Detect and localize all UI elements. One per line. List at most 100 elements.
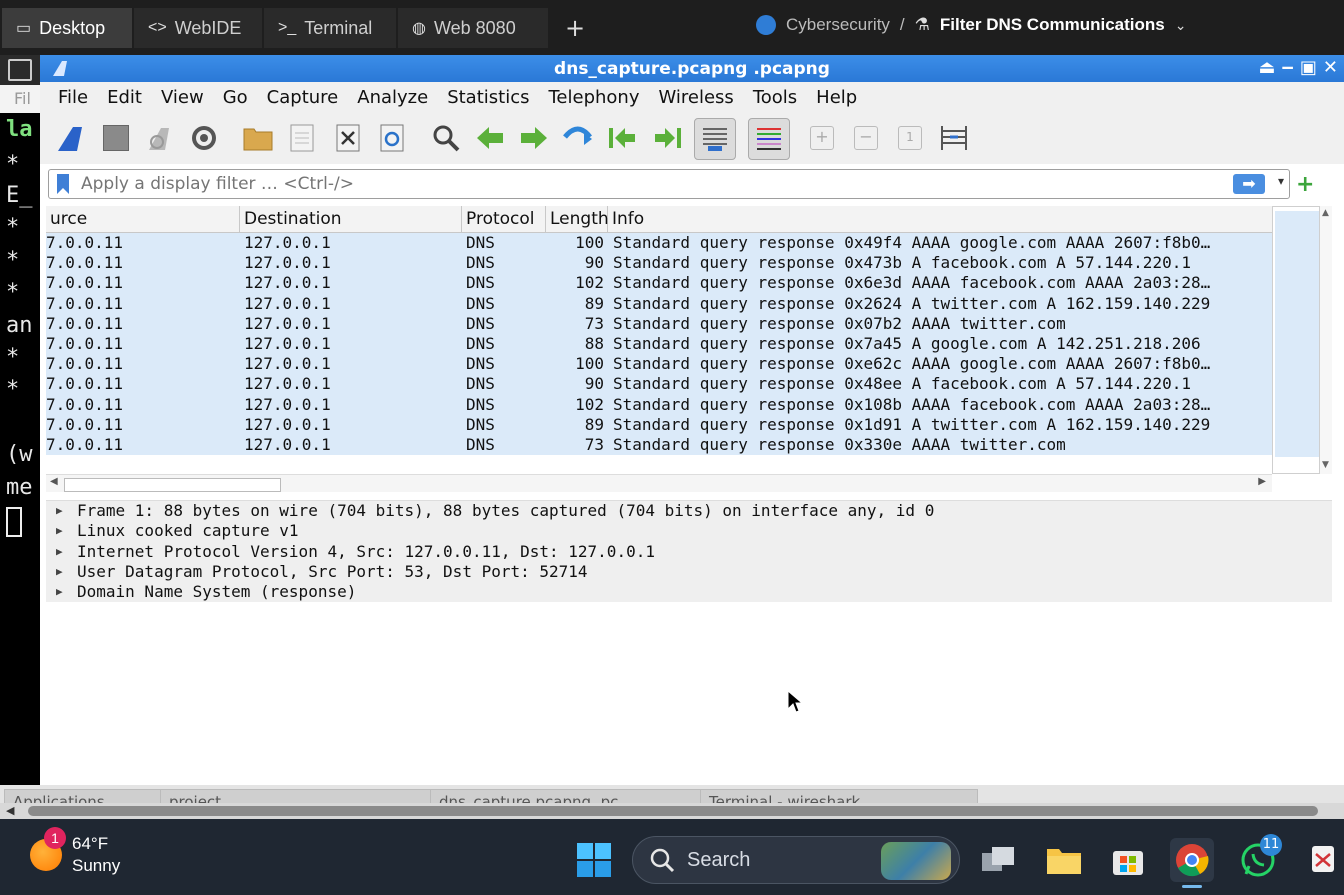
find-packet-button[interactable] [428, 120, 464, 156]
packet-row[interactable]: 7.0.0.11 127.0.0.1 DNS 88 Standard query res… [46, 334, 1272, 355]
packet-row[interactable]: 7.0.0.11 127.0.0.1 DNS 89 Standard query res… [46, 293, 1272, 314]
packet-row[interactable]: 7.0.0.11 127.0.0.1 DNS 73 Standard query res… [46, 313, 1272, 334]
detail-row-dns[interactable]: ▶ Domain Name System (response) [46, 582, 1332, 603]
save-file-button[interactable] [284, 120, 320, 156]
close-file-button[interactable] [330, 120, 366, 156]
packet-row[interactable]: 7.0.0.11 127.0.0.1 DNS 89 Standard query res… [46, 414, 1272, 435]
start-capture-button[interactable] [52, 120, 88, 156]
menu-analyze[interactable]: Analyze [357, 87, 428, 108]
menu-tools[interactable]: Tools [753, 87, 797, 108]
maximize-icon[interactable]: ▣ [1300, 57, 1317, 78]
column-length[interactable]: Length [546, 206, 609, 232]
detail-row-linux-cooked[interactable]: ▶ Linux cooked capture v1 [46, 521, 1332, 542]
new-tab-button[interactable]: + [560, 10, 590, 46]
scrollbar-thumb[interactable] [64, 478, 281, 492]
snipping-tool-button[interactable] [1304, 838, 1344, 882]
tab-web-8080[interactable]: ◍ Web 8080 [398, 8, 548, 48]
detail-row-frame[interactable]: ▶ Frame 1: 88 bytes on wire (704 bits), 8… [46, 501, 1332, 522]
go-back-button[interactable] [472, 120, 508, 156]
chrome-button[interactable] [1170, 838, 1214, 888]
expand-arrow-icon[interactable]: ▶ [56, 562, 63, 582]
menu-file[interactable]: File [58, 87, 88, 108]
minimize-icon[interactable]: ‒ [1281, 57, 1294, 78]
expand-arrow-icon[interactable]: ▶ [56, 582, 63, 602]
autoscroll-button[interactable] [694, 118, 736, 160]
background-terminal[interactable]: la * E_ * * * an * * (w me [0, 55, 40, 785]
scroll-left-icon[interactable]: ◀ [6, 804, 14, 817]
column-destination[interactable]: Destination [240, 206, 462, 232]
scroll-up-icon[interactable]: ▲ [1322, 208, 1329, 218]
detail-row-udp[interactable]: ▶ User Datagram Protocol, Src Port: 53, D… [46, 561, 1332, 583]
menu-wireless[interactable]: Wireless [658, 87, 733, 108]
start-button[interactable] [572, 838, 616, 882]
expand-arrow-icon[interactable]: ▶ [56, 542, 63, 562]
column-source[interactable]: urce [46, 206, 240, 232]
tab-terminal[interactable]: >_ Terminal [264, 8, 396, 48]
normal-size-button[interactable]: 1 [892, 120, 928, 156]
expand-arrow-icon[interactable]: ▶ [56, 521, 63, 541]
packet-row[interactable]: 7.0.0.11 127.0.0.1 DNS 90 Standard query res… [46, 374, 1272, 395]
bookmark-icon[interactable] [55, 173, 71, 195]
resize-columns-button[interactable] [936, 120, 972, 156]
go-to-packet-button[interactable] [560, 120, 596, 156]
menu-telephony[interactable]: Telephony [548, 87, 639, 108]
shade-icon[interactable]: ⏏ [1258, 57, 1275, 78]
packet-row[interactable]: 7.0.0.11 127.0.0.1 DNS 100 Standard query re… [46, 354, 1272, 375]
zoom-in-button[interactable]: + [804, 120, 840, 156]
zoom-out-button[interactable]: − [848, 120, 884, 156]
vm-task-project[interactable]: project [160, 789, 436, 803]
first-packet-button[interactable] [604, 120, 640, 156]
tab-webide[interactable]: <> WebIDE [134, 8, 262, 48]
chevron-down-icon[interactable]: ⌄ [1175, 17, 1187, 34]
close-icon[interactable]: ✕ [1323, 57, 1338, 78]
capture-options-button[interactable] [186, 120, 222, 156]
tab-desktop[interactable]: ▭ Desktop [2, 8, 132, 48]
colorize-button[interactable] [748, 118, 790, 160]
menu-statistics[interactable]: Statistics [447, 87, 529, 108]
scroll-down-icon[interactable]: ▼ [1322, 460, 1329, 470]
breadcrumb-section[interactable]: Cybersecurity [786, 15, 890, 35]
packet-row[interactable]: 7.0.0.11 127.0.0.1 DNS 100 Standard query re… [46, 233, 1272, 254]
column-info[interactable]: Info [608, 206, 1272, 232]
last-packet-button[interactable] [650, 120, 686, 156]
store-button[interactable] [1106, 838, 1150, 882]
window-titlebar[interactable]: dns_capture.pcapng .pcapng ⏏ ‒ ▣ ✕ [40, 55, 1344, 82]
detail-row-ipv4[interactable]: ▶ Internet Protocol Version 4, Src: 127.0… [46, 541, 1332, 562]
stop-capture-button[interactable] [98, 120, 134, 156]
packet-list-vertical-scrollbar[interactable]: ▲ ▼ [1320, 206, 1332, 474]
restart-capture-button[interactable] [142, 120, 178, 156]
packet-row[interactable]: 7.0.0.11 127.0.0.1 DNS 73 Standard query res… [46, 435, 1272, 456]
expand-arrow-icon[interactable]: ▶ [56, 501, 63, 521]
apply-filter-arrow-icon[interactable]: ➡ [1233, 174, 1265, 194]
add-filter-button[interactable]: + [1296, 172, 1314, 197]
file-explorer-button[interactable] [1042, 838, 1086, 882]
weather-widget[interactable]: 1 64°F Sunny [30, 827, 120, 877]
menu-edit[interactable]: Edit [107, 87, 142, 108]
scrollbar-thumb[interactable] [28, 806, 1318, 816]
chevron-down-icon[interactable]: ▾ [1278, 174, 1284, 188]
vm-task-terminal[interactable]: Terminal - wireshark [700, 789, 978, 803]
breadcrumb-current[interactable]: Filter DNS Communications [940, 15, 1165, 35]
vm-task-wireshark[interactable]: dns_capture.pcapng .pc… [430, 789, 706, 803]
scroll-right-icon[interactable]: ▶ [1258, 476, 1266, 487]
whatsapp-button[interactable]: 11 [1236, 834, 1282, 882]
desktop-horizontal-scrollbar[interactable]: ◀ [0, 803, 1344, 819]
taskbar-search[interactable]: Search [632, 836, 960, 884]
vm-task-applications[interactable]: Applications [4, 789, 166, 803]
packet-minimap[interactable] [1272, 206, 1320, 474]
column-protocol[interactable]: Protocol [462, 206, 546, 232]
task-view-button[interactable] [976, 838, 1020, 882]
menu-go[interactable]: Go [223, 87, 248, 108]
packet-list-horizontal-scrollbar[interactable]: ◀ ▶ [46, 474, 1272, 492]
reload-file-button[interactable] [374, 120, 410, 156]
packet-list[interactable]: urce Destination Protocol Length Info 7.… [46, 206, 1272, 474]
packet-row[interactable]: 7.0.0.11 127.0.0.1 DNS 102 Standard query re… [46, 273, 1272, 294]
open-file-button[interactable] [240, 120, 276, 156]
display-filter-input[interactable] [79, 173, 1183, 195]
go-forward-button[interactable] [516, 120, 552, 156]
menu-help[interactable]: Help [816, 87, 857, 108]
menu-capture[interactable]: Capture [267, 87, 339, 108]
packet-row[interactable]: 7.0.0.11 127.0.0.1 DNS 102 Standard query re… [46, 394, 1272, 415]
menu-view[interactable]: View [161, 87, 204, 108]
packet-row[interactable]: 7.0.0.11 127.0.0.1 DNS 90 Standard query res… [46, 253, 1272, 274]
